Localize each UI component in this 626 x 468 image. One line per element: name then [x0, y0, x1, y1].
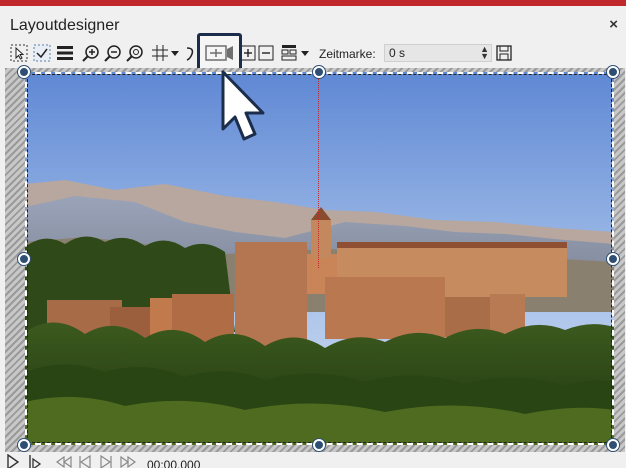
toolbar	[0, 40, 626, 68]
mouse-pointer-icon	[219, 69, 271, 152]
grid-icon[interactable]	[151, 43, 169, 63]
timestamp-value: 0 s	[389, 46, 406, 60]
resize-handle-middle-right[interactable]	[607, 253, 619, 265]
zoom-out-icon[interactable]	[104, 43, 122, 63]
timestamp-field[interactable]: 0 s ▲ ▼	[384, 44, 492, 62]
select-tool-icon[interactable]	[10, 43, 28, 63]
zoom-fit-icon[interactable]	[126, 43, 144, 63]
layout-frame[interactable]	[25, 72, 614, 445]
fast-forward-icon[interactable]	[120, 454, 137, 468]
playback-time: 00:00.000	[147, 458, 201, 468]
align-icon[interactable]	[281, 43, 297, 63]
curve-icon[interactable]	[184, 43, 196, 63]
resize-handle-top-center[interactable]	[313, 66, 325, 78]
window-title: Layoutdesigner	[10, 17, 120, 34]
title-bar: Layoutdesigner ×	[0, 12, 626, 40]
play-icon[interactable]	[6, 453, 20, 468]
resize-handle-middle-left[interactable]	[18, 253, 30, 265]
add-object-icon[interactable]	[240, 43, 256, 63]
resize-handle-top-right[interactable]	[607, 66, 619, 78]
next-frame-icon[interactable]	[99, 454, 113, 468]
checkbox-tool-icon[interactable]	[33, 43, 51, 63]
zoom-in-icon[interactable]	[82, 43, 100, 63]
resize-handle-bottom-center[interactable]	[313, 439, 325, 451]
timestamp-label: Zeitmarke:	[319, 47, 376, 61]
rewind-icon[interactable]	[55, 454, 72, 468]
timestamp-spinner[interactable]: ▲ ▼	[480, 45, 489, 61]
layoutdesigner-window: Layoutdesigner × Zeitmarke: 0 s ▲ ▼ 00:0…	[0, 0, 626, 468]
resize-handle-top-left[interactable]	[18, 66, 30, 78]
resize-handle-bottom-right[interactable]	[607, 439, 619, 451]
save-icon[interactable]	[496, 43, 512, 63]
list-icon[interactable]	[56, 43, 74, 63]
grid-dropdown-icon[interactable]	[170, 43, 180, 63]
play-from-start-icon[interactable]	[28, 454, 42, 468]
align-dropdown-icon[interactable]	[300, 43, 310, 63]
fit-to-frame-highlight	[197, 33, 242, 73]
previous-frame-icon[interactable]	[78, 454, 92, 468]
transport-bar: 00:00.000	[0, 452, 626, 468]
resize-handle-bottom-left[interactable]	[18, 439, 30, 451]
remove-object-icon[interactable]	[258, 43, 274, 63]
close-icon[interactable]: ×	[609, 16, 618, 33]
